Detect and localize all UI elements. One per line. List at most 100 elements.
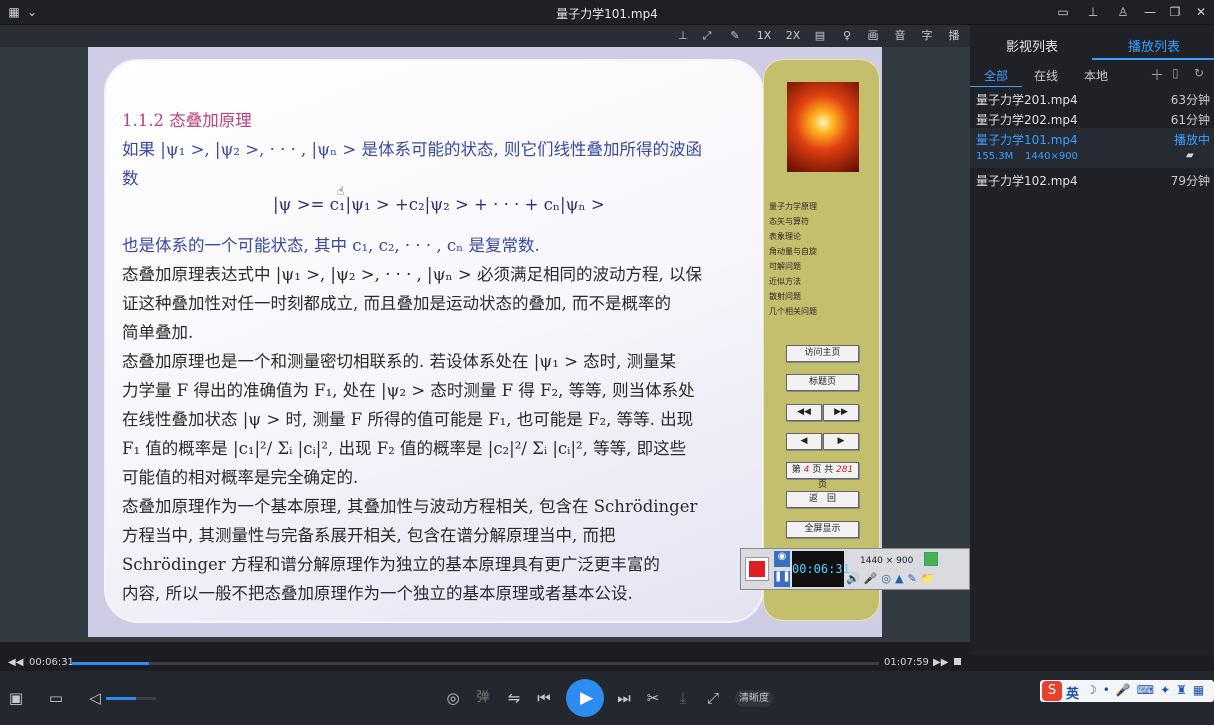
nav-link[interactable]: 角动量与自旋 bbox=[769, 246, 817, 257]
region-icon[interactable] bbox=[924, 552, 938, 566]
add-icon[interactable]: ＋ bbox=[1150, 65, 1164, 85]
slide-line: 也是体系的一个可能状态, 其中 c₁, c₂, · · · , cₙ 是复常数. bbox=[122, 236, 540, 255]
fast-back-button[interactable]: ◀◀ bbox=[786, 404, 822, 421]
ime-lang[interactable]: 英 bbox=[1066, 683, 1079, 702]
volume-slider[interactable] bbox=[106, 697, 156, 700]
playing-status: 播放中 bbox=[1173, 133, 1210, 147]
next-frame-icon[interactable]: ▶▶ bbox=[933, 657, 948, 668]
record-timer: 00:06:31 bbox=[792, 551, 850, 587]
slide-line: 方程当中, 其测量性与完备系展开相关, 包含在谱分解原理当中, 而把 bbox=[122, 526, 616, 545]
speed-1x-button[interactable]: 1X bbox=[754, 28, 774, 44]
slide-line: 数 bbox=[122, 169, 139, 188]
message-icon[interactable]: ▭ bbox=[1055, 5, 1071, 19]
download-icon[interactable]: ⤓ bbox=[675, 690, 691, 706]
refresh-icon[interactable]: ↻ bbox=[1194, 66, 1204, 80]
back-button[interactable]: 返 回 bbox=[786, 491, 859, 508]
audio-button[interactable]: 音 bbox=[893, 28, 907, 44]
mouse-cursor-icon: ☝ bbox=[337, 184, 345, 198]
next-icon[interactable]: ⏭ bbox=[616, 690, 632, 706]
playlist-item-name[interactable]: 量子力学201.mp4 bbox=[976, 91, 1078, 108]
subtitle-button[interactable]: 字 bbox=[920, 28, 934, 44]
pin-icon[interactable]: ⊥ bbox=[1085, 5, 1101, 19]
slide-line: 可能值的相对概率是完全确定的. bbox=[122, 468, 359, 487]
scissors-icon[interactable]: ✂ bbox=[645, 690, 661, 706]
play-mode-button[interactable]: 播 bbox=[947, 28, 961, 44]
home-button[interactable]: 访问主页 bbox=[786, 345, 859, 362]
nav-link[interactable]: 表象理论 bbox=[769, 231, 801, 242]
stop-record-button[interactable] bbox=[745, 557, 769, 581]
fullscreen-button[interactable]: 全屏显示 bbox=[786, 521, 859, 538]
page-prefix: 第 bbox=[791, 465, 801, 475]
slide-line: 态叠加原理表达式中 |ψ₁ >, |ψ₂ >, · · · , |ψₙ > 必须… bbox=[122, 265, 702, 284]
nav-link[interactable]: 态矢与算符 bbox=[769, 216, 809, 227]
screen-icon[interactable]: ▤ bbox=[813, 28, 827, 44]
ime-tools[interactable]: ☽•🎤⌨✦♜▦ bbox=[1086, 683, 1210, 697]
sogou-logo-icon[interactable]: S bbox=[1042, 681, 1062, 701]
previous-icon[interactable]: ⏮ bbox=[536, 690, 552, 706]
active-tab-underline bbox=[1092, 58, 1214, 60]
tab-video-list[interactable]: 影视列表 bbox=[1006, 36, 1058, 55]
subtab-online[interactable]: 在线 bbox=[1034, 67, 1058, 84]
open-folder-icon[interactable]: ▭ bbox=[48, 690, 64, 706]
slide-line: 如果 |ψ₁ >, |ψ₂ >, · · · , |ψₙ > 是体系可能的状态,… bbox=[122, 140, 702, 159]
playlist-item-name[interactable]: 量子力学102.mp4 bbox=[976, 172, 1078, 189]
minimize-icon[interactable]: — bbox=[1142, 5, 1158, 19]
playlist-item-duration: 63分钟 bbox=[1170, 93, 1210, 107]
eye-icon[interactable]: ◎ bbox=[444, 690, 462, 706]
slide-line: 内容, 所以一般不把态叠加原理作为一个独立的基本原理或者基本公设. bbox=[122, 584, 633, 603]
nav-link[interactable]: 近似方法 bbox=[769, 276, 801, 287]
pause-icon[interactable]: ❚❚ bbox=[774, 571, 791, 587]
slide-line: 力学量 F 得出的准确值为 F₁, 处在 |ψ₂ > 态时测量 F 得 F₂, … bbox=[122, 381, 695, 400]
fullscreen-icon[interactable]: ⤢ bbox=[705, 690, 721, 706]
nav-link[interactable]: 量子力学原理 bbox=[769, 201, 817, 212]
seek-bar[interactable] bbox=[72, 662, 879, 665]
tab-playlist[interactable]: 播放列表 bbox=[1128, 36, 1180, 55]
shirt-icon[interactable]: ♙ bbox=[1115, 5, 1131, 19]
title-page-button[interactable]: 标题页 bbox=[786, 374, 859, 391]
restore-icon[interactable]: ❐ bbox=[1167, 5, 1183, 19]
close-icon[interactable]: ✕ bbox=[1193, 5, 1209, 19]
formula: |ψ >= c₁|ψ₁ > +c₂|ψ₂ > + · · · + cₙ|ψₙ > bbox=[273, 195, 605, 214]
next-button[interactable]: ▶ bbox=[823, 433, 859, 450]
slide-line: 态叠加原理也是一个和测量密切相联系的. 若设体系处在 |ψ₁ > 态时, 测量某 bbox=[122, 352, 677, 371]
danmaku-button[interactable]: 弹 bbox=[475, 690, 491, 706]
window-title: 量子力学101.mp4 bbox=[556, 7, 658, 21]
toolbox-icon[interactable]: ▣ bbox=[8, 690, 24, 706]
subtab-underline bbox=[970, 86, 1022, 87]
playlist-item-duration: 79分钟 bbox=[1170, 174, 1210, 188]
fast-forward-button[interactable]: ▶▶ bbox=[823, 404, 859, 421]
edit-icon[interactable]: ✎ bbox=[728, 28, 742, 44]
bulb-icon[interactable]: ♀ bbox=[840, 28, 854, 44]
nav-link[interactable]: 可解问题 bbox=[769, 261, 801, 272]
stop-icon[interactable] bbox=[954, 658, 961, 665]
file-size: 155.3M bbox=[976, 151, 1014, 162]
quality-button[interactable]: 清晰度 bbox=[735, 690, 773, 707]
total-duration: 01:07:59 bbox=[884, 657, 929, 668]
volume-icon[interactable]: ◁ bbox=[88, 690, 102, 706]
pin-top-icon[interactable]: ⊥ bbox=[676, 28, 690, 44]
playlist-item-name[interactable]: 量子力学101.mp4 bbox=[976, 131, 1078, 148]
slide-line: 在线性叠加状态 |ψ > 时, 测量 F 所得的值可能是 F₁, 也可能是 F₂… bbox=[122, 410, 694, 429]
subtab-local[interactable]: 本地 bbox=[1084, 67, 1108, 84]
playlist-item-duration: 61分钟 bbox=[1170, 113, 1210, 127]
elapsed-time: 00:06:31 bbox=[29, 657, 74, 668]
title-bar: ▦ ⌄ 量子力学101.mp4 ▭ ⊥ ♙ — ❐ ✕ bbox=[0, 0, 1214, 25]
file-icon[interactable]: ▯ bbox=[1172, 66, 1179, 80]
speed-2x-button[interactable]: 2X bbox=[783, 28, 803, 44]
folder-icon[interactable]: ▰ bbox=[1186, 150, 1194, 161]
playlist-item-name[interactable]: 量子力学202.mp4 bbox=[976, 111, 1078, 128]
equalizer-icon[interactable]: ⇋ bbox=[506, 690, 522, 706]
file-resolution: 1440×900 bbox=[1025, 151, 1078, 162]
nav-link[interactable]: 散射问题 bbox=[769, 291, 801, 302]
camera-icon[interactable]: ◉ bbox=[774, 551, 790, 567]
recorder-tools[interactable]: 🔊🎤◎▲✎📁 bbox=[846, 572, 970, 588]
prev-frame-icon[interactable]: ◀◀ bbox=[8, 657, 23, 668]
slide-line: 证这种叠加性对任一时刻都成立, 而且叠加是运动状态的叠加, 而不是概率的 bbox=[122, 294, 671, 313]
paint-button[interactable]: 画 bbox=[866, 28, 880, 44]
subtab-all[interactable]: 全部 bbox=[984, 67, 1008, 84]
expand-icon[interactable]: ⤢ bbox=[700, 28, 714, 44]
prev-button[interactable]: ◀ bbox=[786, 433, 822, 450]
nav-link[interactable]: 几个相关问题 bbox=[769, 306, 817, 317]
play-button[interactable]: ▶ bbox=[566, 679, 604, 717]
page-total: 281 bbox=[836, 465, 854, 475]
